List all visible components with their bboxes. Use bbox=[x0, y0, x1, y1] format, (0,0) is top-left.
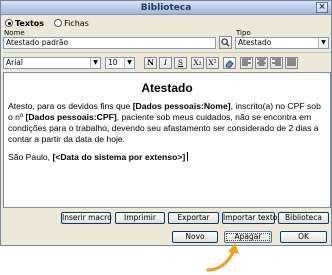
font-family-value: Arial bbox=[6, 58, 23, 67]
radio-fichas-label: Fichas bbox=[64, 18, 89, 28]
mode-radio-group: Textos Fichas bbox=[5, 17, 89, 29]
export-button[interactable]: Exportar bbox=[168, 212, 219, 224]
bold-button[interactable]: N bbox=[144, 57, 157, 69]
font-size-value: 10 bbox=[108, 58, 118, 67]
subscript-button[interactable]: X₂ bbox=[191, 57, 204, 69]
align-justify-button[interactable] bbox=[285, 57, 298, 69]
pointer-arrow-icon bbox=[206, 243, 239, 272]
toolbar-divider bbox=[3, 52, 331, 53]
ok-button[interactable]: OK bbox=[280, 231, 327, 243]
align-left-icon bbox=[242, 58, 251, 66]
close-icon[interactable]: × bbox=[316, 2, 328, 13]
print-button[interactable]: Imprimir bbox=[115, 212, 165, 224]
superscript-button[interactable]: X² bbox=[206, 57, 219, 69]
chevron-down-icon: ▼ bbox=[318, 38, 328, 48]
align-left-button[interactable] bbox=[240, 57, 253, 69]
search-icon bbox=[221, 38, 230, 47]
radio-textos-label: Textos bbox=[15, 18, 45, 28]
clear-format-button[interactable] bbox=[223, 57, 236, 69]
name-field-label: Nome bbox=[4, 29, 25, 37]
type-select[interactable]: Atestado ▼ bbox=[235, 37, 329, 49]
library-button[interactable]: Biblioteca bbox=[278, 212, 329, 224]
document-paragraph: São Paulo, [<Data do sistema por extenso… bbox=[8, 152, 326, 163]
align-right-icon bbox=[272, 58, 281, 66]
type-select-value: Atestado bbox=[238, 38, 272, 47]
paragraph-text: São Paulo, bbox=[8, 152, 53, 162]
align-center-icon bbox=[257, 58, 266, 66]
radio-textos[interactable]: Textos bbox=[5, 19, 44, 28]
align-justify-icon bbox=[287, 58, 296, 66]
window-title: Biblioteca bbox=[140, 3, 192, 13]
eraser-icon bbox=[225, 59, 234, 67]
type-field-label: Tipo bbox=[236, 29, 251, 37]
radio-selected-icon bbox=[5, 19, 13, 27]
window-title-bar[interactable]: Biblioteca × bbox=[1, 1, 331, 15]
text-caret bbox=[187, 152, 189, 161]
align-right-button[interactable] bbox=[270, 57, 283, 69]
document-paragraph: Atesto, para os devidos fins que [Dados … bbox=[8, 101, 326, 145]
biblioteca-dialog: Biblioteca × Textos Fichas Nome Atestado… bbox=[0, 0, 332, 246]
insert-macro-button[interactable]: Inserir macro bbox=[61, 212, 112, 224]
macro-tag-name: [Dados pessoais:Nome] bbox=[132, 101, 231, 111]
chevron-down-icon: ▼ bbox=[90, 58, 100, 68]
document-title: Atestado bbox=[141, 81, 193, 95]
font-family-select[interactable]: Arial ▼ bbox=[3, 57, 101, 69]
radio-unselected-icon bbox=[54, 19, 63, 27]
name-input[interactable]: Atestado padrão bbox=[3, 37, 216, 49]
search-button[interactable] bbox=[219, 36, 232, 49]
font-size-select[interactable]: 10 ▼ bbox=[105, 57, 135, 69]
underline-button[interactable]: S bbox=[174, 57, 187, 69]
import-text-button[interactable]: Importar texto bbox=[222, 212, 277, 224]
document-body: Atesto, para os devidos fins que [Dados … bbox=[8, 101, 326, 170]
radio-fichas[interactable]: Fichas bbox=[54, 19, 89, 28]
align-center-button[interactable] bbox=[255, 57, 268, 69]
paragraph-text: Atesto, para os devidos fins que bbox=[8, 101, 133, 111]
text-editor[interactable]: Atestado Atesto, para os devidos fins qu… bbox=[3, 72, 331, 208]
chevron-down-icon: ▼ bbox=[124, 58, 134, 68]
italic-button[interactable]: I bbox=[159, 57, 172, 69]
macro-tag-date: [<Data do sistema por extenso>] bbox=[52, 152, 186, 162]
macro-tag-cpf: [Dados pessoais:CPF] bbox=[25, 112, 117, 122]
